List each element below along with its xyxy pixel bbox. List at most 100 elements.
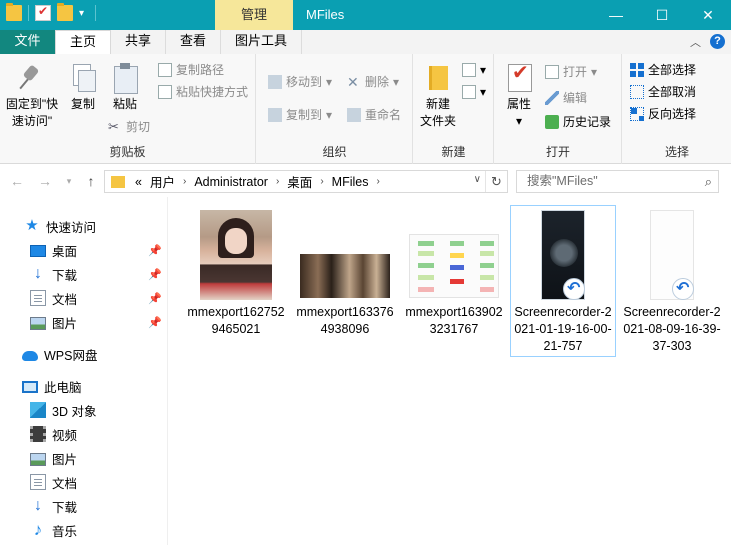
- invert-selection-button[interactable]: 反向选择: [630, 104, 696, 124]
- select-all-button[interactable]: 全部选择: [630, 60, 696, 80]
- edit-icon: [545, 91, 559, 105]
- tab-picture-tools[interactable]: 图片工具: [221, 30, 303, 54]
- tab-manage-context[interactable]: 管理: [215, 0, 293, 30]
- tab-file[interactable]: 文件: [0, 30, 55, 54]
- pin-icon[interactable]: 📌: [148, 268, 162, 281]
- move-to-button[interactable]: 移动到 ▾: [268, 72, 332, 92]
- copy-button[interactable]: 复制: [66, 62, 100, 113]
- tab-view[interactable]: 查看: [166, 30, 222, 54]
- address-history-chevron-icon[interactable]: ∨: [474, 174, 481, 185]
- easy-access-button[interactable]: ▾: [462, 82, 486, 102]
- close-button[interactable]: ✕: [685, 0, 731, 30]
- move-to-icon: [268, 75, 282, 89]
- music-note-icon: ♪: [33, 520, 43, 539]
- pin-icon[interactable]: 📌: [148, 292, 162, 305]
- nav-this-pc[interactable]: 此电脑: [0, 374, 168, 398]
- minimize-ribbon-chevron-icon[interactable]: ︿: [690, 34, 701, 50]
- file-item[interactable]: mmexport1627529465021: [183, 205, 289, 355]
- new-group: 新建 文件夹 ▾ ▾ 新建: [414, 54, 494, 164]
- tab-home[interactable]: 主页: [55, 30, 112, 54]
- history-button[interactable]: 历史记录: [545, 112, 611, 132]
- address-bar[interactable]: « 用户 › Administrator › 桌面 › MFiles › ∨ ↻: [104, 170, 508, 193]
- dropdown-arrow-icon: ▾: [480, 85, 487, 99]
- nav-item-downloads[interactable]: ↓ 下载 📌: [0, 262, 168, 286]
- document-icon: [30, 474, 46, 490]
- new-folder-icon: [423, 62, 453, 92]
- folder-icon[interactable]: [6, 3, 22, 21]
- clipboard-group: 固定到"快 速访问" 复制 粘贴 复制路径 粘贴快捷方式 ✂ 剪切 剪贴板: [0, 54, 256, 164]
- open-button[interactable]: 打开 ▾: [545, 62, 597, 82]
- up-arrow-icon[interactable]: ↑: [82, 171, 100, 191]
- history-icon: [545, 115, 559, 129]
- forward-arrow-icon[interactable]: →: [36, 171, 54, 191]
- breadcrumb-overflow[interactable]: «: [131, 175, 146, 189]
- customize-toolbar-chevron-icon[interactable]: ▾: [79, 8, 89, 19]
- nav-wps-drive[interactable]: WPS网盘: [0, 342, 168, 366]
- tab-share[interactable]: 共享: [111, 30, 167, 54]
- delete-label: 删除: [365, 75, 390, 89]
- nav-item-downloads-pc[interactable]: ↓ 下载: [0, 494, 168, 518]
- breadcrumb-users[interactable]: 用户: [146, 172, 179, 191]
- new-folder-icon[interactable]: [57, 3, 73, 21]
- properties-icon[interactable]: [35, 4, 51, 21]
- copy-icon: [68, 62, 98, 92]
- breadcrumb-separator[interactable]: ›: [179, 176, 190, 187]
- paste-button[interactable]: 粘贴: [108, 62, 142, 113]
- paste-shortcut-button[interactable]: 粘贴快捷方式: [158, 82, 248, 102]
- download-arrow-icon: ↓: [34, 265, 42, 282]
- nav-item-desktop[interactable]: 桌面 📌: [0, 238, 168, 262]
- breadcrumb-separator[interactable]: ›: [272, 176, 283, 187]
- select-group-label: 选择: [664, 145, 689, 159]
- pin-icon[interactable]: 📌: [148, 244, 162, 257]
- copy-path-button[interactable]: 复制路径: [158, 60, 224, 80]
- breadcrumb-mfiles[interactable]: MFiles: [328, 175, 373, 189]
- new-item-button[interactable]: ▾: [462, 60, 486, 80]
- file-item-selected[interactable]: Screenrecorder-2021-01-19-16-00-21-757: [510, 205, 616, 357]
- pin-icon[interactable]: 📌: [148, 316, 162, 329]
- recent-locations-chevron-icon[interactable]: ▾: [60, 171, 78, 191]
- open-label: 打开: [563, 65, 588, 79]
- cut-button[interactable]: ✂ 剪切: [108, 117, 150, 137]
- nav-item-documents[interactable]: 文档 📌: [0, 286, 168, 310]
- refresh-icon[interactable]: ↻: [485, 171, 507, 192]
- breadcrumb-administrator[interactable]: Administrator: [190, 175, 272, 189]
- properties-label: 属性: [506, 97, 531, 111]
- file-item[interactable]: mmexport1633764938096: [292, 205, 398, 355]
- dropdown-arrow-icon: ▾: [326, 75, 333, 89]
- nav-item-documents-pc[interactable]: 文档: [0, 470, 168, 494]
- back-arrow-icon[interactable]: ←: [8, 171, 26, 191]
- properties-button[interactable]: 属性 ▾: [501, 62, 537, 130]
- pin-label-line1: 固定到"快: [5, 97, 59, 111]
- file-item[interactable]: mmexport1639023231767: [401, 205, 507, 355]
- maximize-button[interactable]: ☐: [639, 0, 685, 30]
- edit-button[interactable]: 编辑: [545, 88, 587, 108]
- file-item[interactable]: Screenrecorder-2021-08-09-16-39-37-303: [619, 205, 725, 355]
- breadcrumb-separator[interactable]: ›: [372, 176, 383, 187]
- nav-quick-access[interactable]: ★ 快速访问: [0, 214, 168, 238]
- computer-icon: [22, 380, 38, 393]
- breadcrumb-desktop[interactable]: 桌面: [283, 172, 316, 191]
- nav-item-videos[interactable]: 视频: [0, 422, 168, 446]
- help-icon[interactable]: ?: [710, 34, 725, 49]
- rename-button[interactable]: 重命名: [347, 105, 401, 125]
- select-none-button[interactable]: 全部取消: [630, 82, 696, 102]
- delete-button[interactable]: ✕ 删除 ▾: [347, 72, 399, 92]
- nav-item-music[interactable]: ♪ 音乐: [0, 518, 168, 542]
- copy-to-button[interactable]: 复制到 ▾: [268, 105, 332, 125]
- properties-icon: [504, 62, 534, 92]
- nav-item-pictures[interactable]: 图片 📌: [0, 310, 168, 334]
- open-icon: [545, 65, 559, 79]
- easy-access-icon: [462, 85, 476, 99]
- nav-item-pictures-pc[interactable]: 图片: [0, 446, 168, 470]
- nav-item-3d-objects[interactable]: 3D 对象: [0, 398, 168, 422]
- search-input[interactable]: 搜索"MFiles" ⌕: [516, 170, 719, 193]
- search-icon: ⌕: [704, 174, 712, 189]
- new-folder-button[interactable]: 新建 文件夹: [416, 62, 460, 130]
- paste-shortcut-icon: [158, 85, 172, 99]
- pin-to-quick-access-button[interactable]: 固定到"快 速访问": [2, 62, 62, 130]
- dropdown-arrow-icon: ▾: [515, 114, 523, 128]
- new-folder-label-line2: 文件夹: [419, 114, 456, 128]
- navigation-bar: ← → ▾ ↑ « 用户 › Administrator › 桌面 › MFil…: [0, 165, 731, 197]
- breadcrumb-separator[interactable]: ›: [316, 176, 327, 187]
- minimize-button[interactable]: —: [593, 0, 639, 30]
